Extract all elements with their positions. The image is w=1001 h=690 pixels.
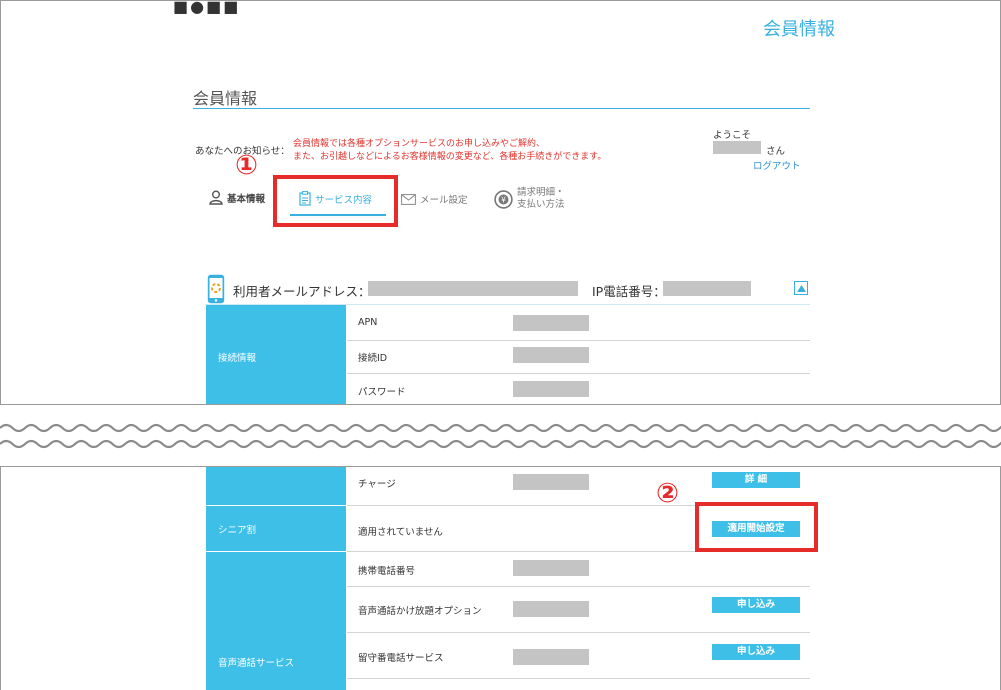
triangle-up-icon	[796, 284, 806, 292]
unlimited-call-status-redacted	[513, 601, 589, 617]
page-title: 会員情報	[193, 89, 258, 108]
collapse-toggle-button[interactable]	[794, 281, 808, 295]
top-screenshot-panel: ■●■■ 会員情報 会員情報 あなたへのお知らせ： 会員情報では各種オプションサ…	[0, 0, 1001, 405]
smartphone-icon	[207, 274, 225, 304]
apply-voicemail-button[interactable]: 申し込み	[712, 644, 800, 660]
envelope-icon	[401, 193, 416, 205]
voice-category-label: 音声通話サービス	[218, 658, 295, 669]
row-divider	[347, 678, 810, 679]
charge-value-redacted	[513, 474, 589, 490]
highlight-box-apply-button	[695, 502, 818, 552]
charge-detail-button[interactable]: 詳 細	[712, 472, 800, 488]
senior-category-label: シニア割	[218, 525, 257, 536]
notice-line-1: 会員情報では各種オプションサービスのお申し込みやご解約、	[293, 139, 546, 149]
step-2-marker: ②	[656, 478, 679, 509]
logout-link[interactable]: ログアウト	[753, 158, 801, 172]
password-redacted	[513, 381, 589, 397]
user-email-label: 利用者メールアドレス：	[233, 284, 371, 299]
notice-text: 会員情報では各種オプションサービスのお申し込みやご解約、 また、お引越しなどによ…	[293, 138, 606, 164]
connection-id-redacted	[513, 347, 589, 363]
ip-phone-label: IP電話番号：	[592, 284, 666, 299]
svg-text:¥: ¥	[501, 195, 506, 204]
tab-billing-line2: 支払い方法	[517, 199, 565, 210]
welcome-label: ようこそ	[713, 130, 752, 141]
category-label: 接続情報	[218, 353, 257, 364]
row-divider	[347, 340, 810, 341]
row-divider	[347, 373, 810, 374]
category-connection-info: 接続情報	[206, 305, 346, 404]
apn-value-redacted	[513, 315, 589, 331]
highlight-box-service-tab	[273, 175, 398, 227]
row-label-voicemail-service: 留守番電話サービス	[358, 653, 444, 664]
row-label-charge: チャージ	[358, 479, 396, 490]
category-senior-discount: シニア割	[206, 506, 346, 551]
apply-unlimited-call-button[interactable]: 申し込み	[712, 597, 800, 613]
category-voice-call-service: 音声通話サービス	[206, 552, 346, 690]
tab-mail-settings[interactable]: メール設定	[401, 192, 468, 206]
voicemail-status-redacted	[513, 649, 589, 665]
notice-line-2: また、お引越しなどによるお客様情報の変更など、各種お手続きができます。	[293, 152, 607, 162]
title-divider	[193, 108, 810, 109]
row-label-unlimited-call-option: 音声通話かけ放題オプション	[358, 606, 482, 617]
mobile-number-redacted	[513, 560, 589, 576]
row-label-apn: APN	[358, 317, 378, 328]
row-label-connection-id: 接続ID	[358, 353, 388, 364]
row-divider	[347, 586, 810, 587]
tab-billing-line1: 請求明細・	[517, 187, 565, 198]
honorific-label: さん	[766, 146, 786, 157]
tab-basic-info[interactable]: 基本情報	[209, 190, 265, 205]
user-name-redacted	[713, 141, 761, 154]
person-icon	[209, 190, 223, 205]
category-charge	[206, 467, 346, 505]
bottom-screenshot-panel: チャージ 詳 細 シニア割 適用されていません 適用開始設定 音声通話サービス …	[0, 466, 1001, 690]
row-label-mobile-number: 携帯電話番号	[358, 566, 416, 577]
tab-billing-label: 請求明細・ 支払い方法	[517, 187, 565, 211]
ip-phone-redacted	[663, 281, 751, 296]
site-logo[interactable]: ■●■■	[173, 1, 243, 25]
user-email-redacted	[368, 281, 578, 296]
senior-status-text: 適用されていません	[358, 527, 443, 538]
wavy-separator	[0, 423, 1001, 449]
row-divider	[347, 632, 810, 633]
tab-billing-payment[interactable]: ¥ 請求明細・ 支払い方法	[494, 187, 565, 211]
tab-basic-label: 基本情報	[227, 193, 266, 205]
row-label-password: パスワード	[358, 387, 406, 398]
header-title: 会員情報	[763, 19, 835, 40]
yen-coin-icon: ¥	[494, 189, 513, 209]
tab-mail-label: メール設定	[420, 195, 468, 206]
step-1-marker: ①	[235, 150, 258, 181]
